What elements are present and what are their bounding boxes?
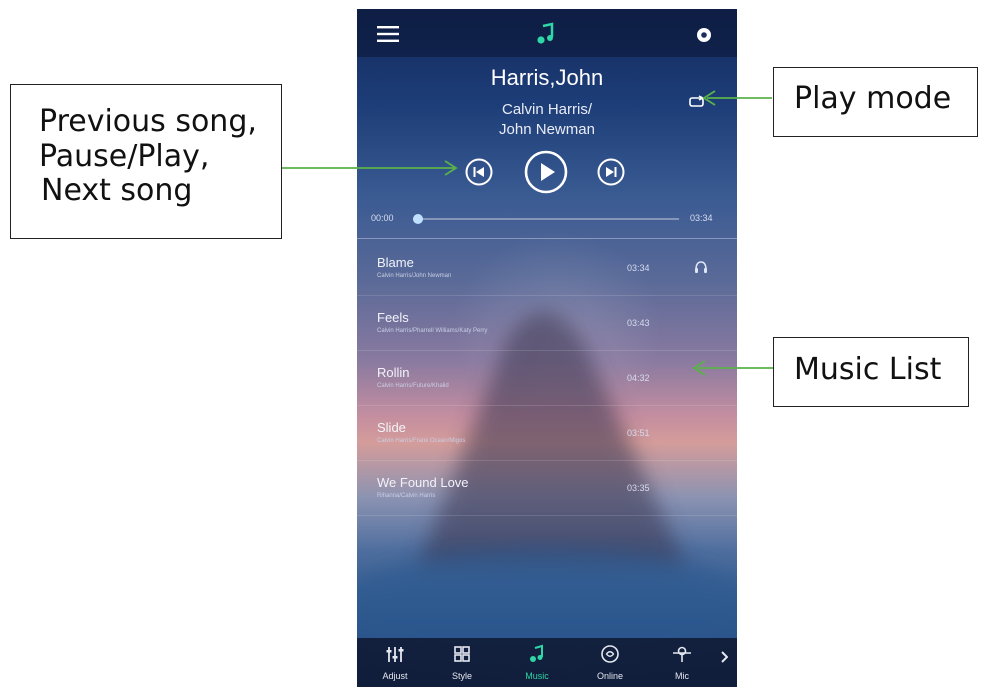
song-artist: Calvin Harris/Frank Ocean/Migos — [377, 438, 466, 444]
song-title: We Found Love — [377, 475, 469, 490]
nav-label: Adjust — [382, 671, 408, 681]
callout-text: Pause/Play, — [39, 138, 210, 174]
song-row[interactable]: We Found Love Rihanna/Calvin Harris 03:3… — [357, 461, 737, 516]
music-note-icon — [530, 644, 543, 662]
music-note-logo-icon — [537, 22, 554, 44]
sliders-icon — [386, 647, 404, 662]
song-title: Feels — [377, 310, 409, 325]
chevron-right-icon[interactable] — [720, 651, 728, 663]
nav-item-adjust[interactable]: Adjust — [365, 638, 425, 687]
song-duration: 04:32 — [627, 373, 650, 383]
now-playing-title: Harris,John — [490, 65, 604, 90]
song-row[interactable]: Rollin Calvin Harris/Future/Khalid 04:32 — [357, 351, 737, 406]
play-pause-button[interactable] — [524, 150, 568, 194]
nav-label: Music — [525, 671, 549, 681]
song-row[interactable]: Slide Calvin Harris/Frank Ocean/Migos 03… — [357, 406, 737, 461]
song-artist: Calvin Harris/Future/Khalid — [377, 383, 449, 389]
nav-label: Style — [451, 671, 472, 681]
nav-item-style[interactable]: Style — [432, 638, 492, 687]
play-mode-callout: Play mode — [773, 67, 978, 137]
online-icon — [601, 645, 619, 663]
song-duration: 03:35 — [627, 483, 650, 493]
song-artist: Calvin Harris/Pharrell Williams/Katy Per… — [377, 328, 488, 334]
nav-label: Online — [596, 671, 623, 681]
song-artist: Calvin Harris/John Newman — [377, 273, 452, 279]
nav-label: Mic — [675, 671, 689, 681]
nav-item-music[interactable]: Music — [507, 638, 567, 687]
microphone-icon — [673, 646, 691, 662]
music-list-callout: Music List — [773, 337, 969, 407]
now-playing-artist: John Newman — [499, 121, 595, 138]
song-title: Slide — [377, 420, 406, 435]
progress-slider[interactable] — [413, 214, 679, 224]
bottom-nav: Adjust Style Music Online Mic — [357, 638, 737, 687]
phone-screen: Harris,John Calvin Harris/ John Newman 0… — [357, 9, 737, 687]
callout-text: Previous song, — [39, 104, 257, 139]
menu-icon[interactable] — [377, 25, 399, 43]
song-title: Blame — [377, 255, 414, 270]
nav-item-mic[interactable]: Mic — [652, 638, 712, 687]
song-duration: 03:43 — [627, 318, 650, 328]
next-song-button[interactable] — [597, 158, 625, 186]
repeat-icon[interactable] — [689, 95, 705, 109]
elapsed-time: 00:00 — [371, 213, 394, 223]
song-row[interactable]: Blame Calvin Harris/John Newman 03:34 — [357, 241, 737, 296]
song-duration: 03:34 — [627, 263, 650, 273]
callout-text: Music List — [794, 352, 942, 387]
now-playing-icon — [695, 261, 707, 273]
song-duration: 03:51 — [627, 428, 650, 438]
previous-song-button[interactable] — [465, 158, 493, 186]
song-row[interactable]: Feels Calvin Harris/Pharrell Williams/Ka… — [357, 296, 737, 351]
song-artist: Rihanna/Calvin Harris — [377, 493, 436, 499]
total-time: 03:34 — [690, 213, 713, 223]
callout-text: Play mode — [794, 81, 952, 116]
divider — [357, 238, 737, 239]
callout-text: Next song — [41, 173, 193, 208]
gear-icon[interactable] — [695, 26, 713, 44]
controls-callout: Previous song, Pause/Play, Next song — [10, 84, 282, 239]
now-playing-artist: Calvin Harris/ — [501, 101, 592, 118]
nav-item-online[interactable]: Online — [580, 638, 640, 687]
music-list: Blame Calvin Harris/John Newman 03:34 Fe… — [357, 241, 737, 516]
song-title: Rollin — [377, 365, 410, 380]
grid-icon — [454, 646, 470, 662]
